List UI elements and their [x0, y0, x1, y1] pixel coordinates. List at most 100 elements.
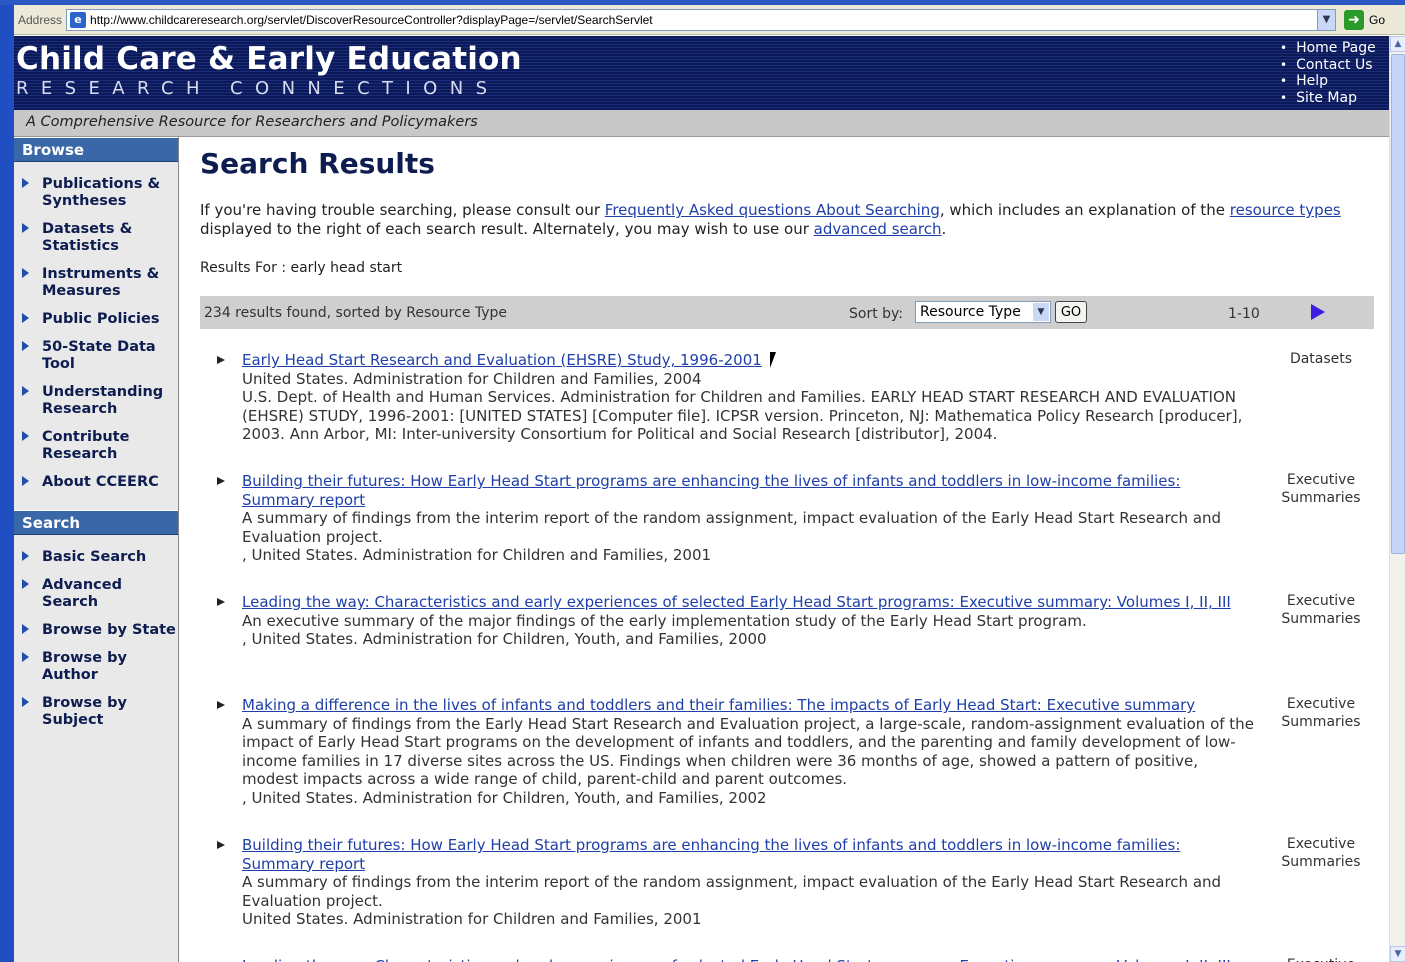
sidebar: Browse Publications & Syntheses Datasets…	[14, 137, 179, 962]
sidebar-item-browse-author[interactable]: Browse by Author	[14, 650, 178, 684]
top-link-contact[interactable]: Contact Us	[1280, 57, 1376, 74]
result-bullet-icon	[217, 598, 225, 606]
bullet-arrow-icon	[22, 652, 29, 662]
sidebar-item-50state[interactable]: 50-State Data Tool	[14, 339, 178, 373]
result-body: Early Head Start Research and Evaluation…	[242, 351, 1256, 444]
result-bullet-icon	[217, 841, 225, 849]
ie-page-icon: e	[70, 11, 87, 28]
result-bullet-icon	[217, 477, 225, 485]
page-title: Search Results	[200, 147, 435, 180]
vertical-scrollbar[interactable]: ▲ ▼	[1389, 36, 1405, 962]
sidebar-item-instruments[interactable]: Instruments & Measures	[14, 266, 178, 300]
mouse-cursor-icon	[770, 352, 776, 368]
address-input[interactable]: e http://www.childcareresearch.org/servl…	[66, 8, 1337, 31]
address-url[interactable]: http://www.childcareresearch.org/servlet…	[90, 13, 1317, 27]
results-toolbar: 234 results found, sorted by Resource Ty…	[200, 296, 1374, 329]
next-page-icon[interactable]	[1311, 304, 1325, 320]
tagline-strip: A Comprehensive Resource for Researchers…	[14, 110, 1389, 137]
results-range: 1-10	[1228, 306, 1260, 322]
sidebar-item-contribute[interactable]: Contribute Research	[14, 429, 178, 463]
top-link-sitemap[interactable]: Site Map	[1280, 90, 1376, 107]
results-count: 234 results found, sorted by Resource Ty…	[204, 305, 508, 321]
tagline: A Comprehensive Resource for Researchers…	[26, 114, 478, 130]
result-resource-type: Executive Summaries	[1281, 836, 1361, 870]
result-body: Building their futures: How Early Head S…	[242, 836, 1256, 929]
go-label: Go	[1369, 12, 1386, 27]
top-links: Home Page Contact Us Help Site Map	[1280, 40, 1376, 106]
sidebar-item-basic-search[interactable]: Basic Search	[14, 549, 178, 566]
bullet-arrow-icon	[22, 624, 29, 634]
site-subtitle: RESEARCH CONNECTIONS	[16, 78, 500, 99]
result-resource-type: Executive Summaries	[1281, 472, 1361, 506]
go-arrow-icon: ➜	[1344, 9, 1365, 30]
bullet-arrow-icon	[22, 341, 29, 351]
bullet-arrow-icon	[22, 579, 29, 589]
search-list: Basic Search Advanced Search Browse by S…	[14, 535, 178, 748]
address-label: Address	[18, 12, 63, 27]
result-bullet-icon	[217, 356, 225, 364]
top-link-help[interactable]: Help	[1280, 73, 1376, 90]
result-resource-type: Executive Summaries	[1281, 696, 1361, 730]
intro-text: If you're having trouble searching, plea…	[200, 201, 1341, 238]
browse-heading: Browse	[14, 137, 178, 162]
result-title-link[interactable]: Building their futures: How Early Head S…	[242, 472, 1180, 509]
result-title-link[interactable]: Building their futures: How Early Head S…	[242, 836, 1180, 873]
result-body: Leading the way: Characteristics and ear…	[242, 593, 1256, 649]
sidebar-item-policies[interactable]: Public Policies	[14, 311, 178, 328]
result-body: Building their futures: How Early Head S…	[242, 472, 1256, 565]
result-resource-type: Datasets	[1289, 351, 1353, 367]
bullet-arrow-icon	[22, 476, 29, 486]
faq-link[interactable]: Frequently Asked questions About Searchi…	[605, 201, 940, 219]
top-link-home[interactable]: Home Page	[1280, 40, 1376, 57]
web-page: Child Care & Early Education RESEARCH CO…	[14, 36, 1389, 962]
bullet-arrow-icon	[22, 431, 29, 441]
address-bar: Address e http://www.childcareresearch.o…	[0, 5, 1405, 35]
sidebar-item-about[interactable]: About CCEERC	[14, 474, 178, 491]
bullet-arrow-icon	[22, 386, 29, 396]
result-body: Leading the way: Characteristics and ear…	[242, 957, 1256, 962]
advanced-search-link[interactable]: advanced search	[814, 220, 942, 238]
sidebar-item-advanced-search[interactable]: Advanced Search	[14, 577, 178, 611]
bullet-arrow-icon	[22, 697, 29, 707]
result-title-link[interactable]: Making a difference in the lives of infa…	[242, 696, 1195, 714]
results-for: Results For : early head start	[200, 260, 403, 276]
scroll-up-icon[interactable]: ▲	[1390, 36, 1405, 52]
scroll-down-icon[interactable]: ▼	[1390, 946, 1405, 962]
window-frame-left	[0, 5, 14, 962]
result-title-link[interactable]: Leading the way: Characteristics and ear…	[242, 957, 1231, 962]
result-detail: A summary of findings from the interim r…	[242, 873, 1222, 910]
sidebar-item-browse-subject[interactable]: Browse by Subject	[14, 695, 178, 729]
sidebar-item-publications[interactable]: Publications & Syntheses	[14, 176, 178, 210]
result-title-link[interactable]: Leading the way: Characteristics and ear…	[242, 593, 1231, 611]
result-detail: U.S. Dept. of Health and Human Services.…	[242, 388, 1243, 443]
bullet-arrow-icon	[22, 551, 29, 561]
result-title-link[interactable]: Early Head Start Research and Evaluation…	[242, 351, 762, 369]
result-resource-type: Executive Summaries	[1281, 593, 1361, 627]
result-body: Making a difference in the lives of infa…	[242, 696, 1256, 807]
browse-list: Publications & Syntheses Datasets & Stat…	[14, 162, 178, 510]
sidebar-item-datasets[interactable]: Datasets & Statistics	[14, 221, 178, 255]
resource-types-link[interactable]: resource types	[1230, 201, 1341, 219]
site-banner: Child Care & Early Education RESEARCH CO…	[14, 36, 1389, 110]
sidebar-item-browse-state[interactable]: Browse by State	[14, 622, 178, 639]
chevron-down-icon[interactable]: ▼	[1317, 9, 1336, 30]
result-detail: , United States. Administration for Chil…	[242, 630, 767, 648]
scroll-thumb[interactable]	[1391, 54, 1405, 554]
bullet-arrow-icon	[22, 223, 29, 233]
sort-go-button[interactable]: GO	[1055, 301, 1087, 323]
result-detail: United States. Administration for Childr…	[242, 369, 702, 388]
bullet-arrow-icon	[22, 178, 29, 188]
go-button[interactable]: ➜ Go	[1344, 9, 1386, 30]
result-detail: A summary of findings from the Early Hea…	[242, 714, 1254, 789]
result-resource-type: Executive Summaries	[1280, 957, 1362, 962]
sort-select[interactable]: Resource Type ▼	[915, 301, 1051, 323]
result-detail: , United States. Administration for Chil…	[242, 788, 767, 807]
sidebar-item-understanding[interactable]: Understanding Research	[14, 384, 178, 418]
result-bullet-icon	[217, 701, 225, 709]
search-heading: Search	[14, 510, 178, 535]
bullet-arrow-icon	[22, 268, 29, 278]
bullet-arrow-icon	[22, 313, 29, 323]
chevron-down-icon[interactable]: ▼	[1033, 303, 1049, 321]
site-title[interactable]: Child Care & Early Education	[16, 41, 522, 77]
sort-label: Sort by:	[849, 306, 904, 322]
